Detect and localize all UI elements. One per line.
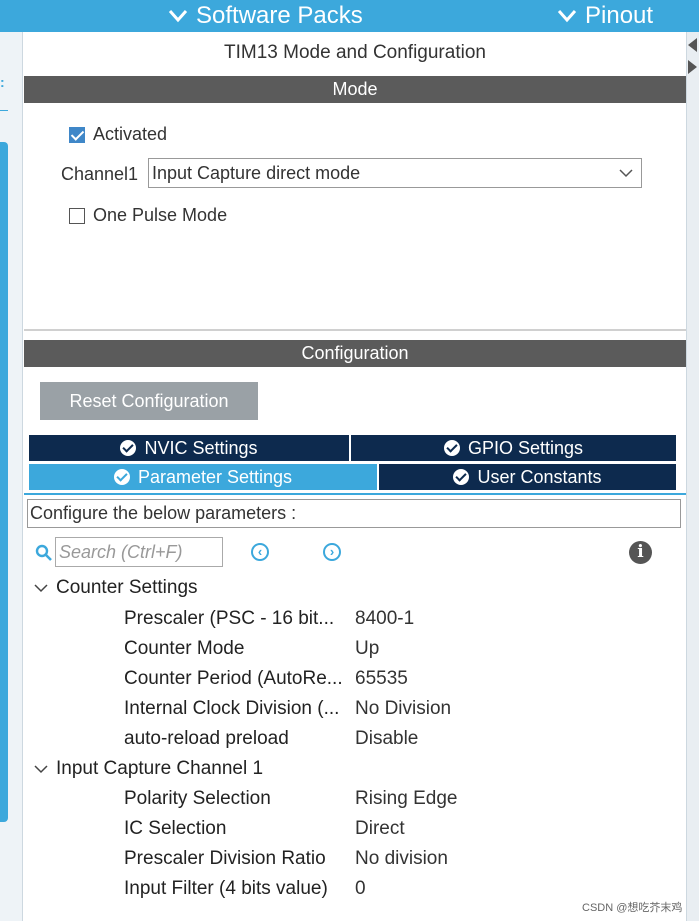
param-label: Input Filter (4 bits value) [124,878,328,899]
one-pulse-label: One Pulse Mode [93,205,228,225]
tab-parameter-settings[interactable]: Parameter Settings [28,463,378,491]
param-label: Prescaler (PSC - 16 bit... [124,608,335,629]
watermark: CSDN @想吃芥末鸡 [582,902,683,914]
param-label: Prescaler Division Ratio [124,848,326,869]
param-label: IC Selection [124,818,227,839]
param-value[interactable]: 8400-1 [355,608,414,630]
software-packs-menu[interactable]: Software Packs [168,0,363,32]
param-label: Counter Period (AutoRe... [124,668,343,689]
group-title: Input Capture Channel 1 [56,758,264,779]
next-result-icon[interactable]: › [323,543,341,561]
group-title: Counter Settings [56,577,198,598]
tab-label: NVIC Settings [144,437,258,458]
tab-label: GPIO Settings [467,437,584,458]
param-value[interactable]: No division [355,848,448,870]
parameters-description: Configure the below parameters : [27,499,681,528]
mode-section: Activated Channel1 Input Capture direct … [24,107,686,331]
channel1-value: Input Capture direct mode [152,163,361,183]
param-label: auto-reload preload [124,728,289,749]
divider [0,110,8,111]
info-icon[interactable]: i [629,541,652,564]
activated-checkbox[interactable] [69,126,85,143]
check-circle-icon [453,469,470,485]
channel1-select[interactable]: Input Capture direct mode [148,158,642,188]
check-circle-icon [113,469,130,485]
chevron-down-icon [619,169,633,178]
tab-label: Parameter Settings [137,466,293,487]
left-side-panel: : [0,32,23,921]
search-row: Search (Ctrl+F) ‹ › i [24,537,686,569]
chevron-down-icon [168,10,188,23]
param-label: Polarity Selection [124,788,271,809]
one-pulse-checkbox[interactable] [69,207,85,224]
search-input[interactable]: Search (Ctrl+F) [55,537,223,567]
pinout-menu[interactable]: Pinout [557,0,653,32]
tab-user-constants[interactable]: User Constants [378,463,677,491]
top-menu-bar: Software Packs Pinout [0,0,699,32]
tim13-config-panel: TIM13 Mode and Configuration Mode Activa… [24,32,686,921]
activated-checkbox-row[interactable]: Activated [69,124,167,145]
param-label: Internal Clock Division (... [124,698,340,719]
param-value[interactable]: Direct [355,818,405,840]
tab-nvic-settings[interactable]: NVIC Settings [28,434,350,462]
param-value[interactable]: Rising Edge [355,788,457,810]
pinout-label: Pinout [585,2,654,29]
chevron-down-icon [34,584,48,593]
param-value[interactable]: 0 [355,878,366,900]
left-scroll-strip[interactable] [0,142,8,822]
panel-title: TIM13 Mode and Configuration [224,42,486,63]
right-side-panel [686,32,699,921]
param-label: Counter Mode [124,638,245,659]
chevron-down-icon [34,765,48,774]
param-value[interactable]: Disable [355,728,418,750]
reset-configuration-button[interactable]: Reset Configuration [40,382,258,420]
arrow-left-icon[interactable] [688,38,697,52]
configuration-header: Configuration [24,340,686,367]
param-value[interactable]: Up [355,638,379,660]
arrow-right-icon[interactable] [688,60,697,74]
tab-underline [24,493,686,495]
one-pulse-checkbox-row[interactable]: One Pulse Mode [69,205,227,226]
channel1-label: Channel1 [61,164,139,184]
group-input-capture-channel-1[interactable]: Input Capture Channel 1 [34,758,263,780]
previous-result-icon[interactable]: ‹ [251,543,269,561]
check-circle-icon [443,440,460,456]
param-value[interactable]: No Division [355,698,451,720]
chevron-down-icon [557,10,577,23]
colon-icon: : [0,74,5,90]
mode-header: Mode [24,76,686,103]
group-counter-settings[interactable]: Counter Settings [34,577,198,599]
param-value[interactable]: 65535 [355,668,408,690]
search-icon [35,544,52,561]
tab-label: User Constants [477,466,602,487]
activated-label: Activated [93,124,168,144]
check-circle-icon [120,440,137,456]
tab-gpio-settings[interactable]: GPIO Settings [350,434,677,462]
software-packs-label: Software Packs [196,2,363,29]
